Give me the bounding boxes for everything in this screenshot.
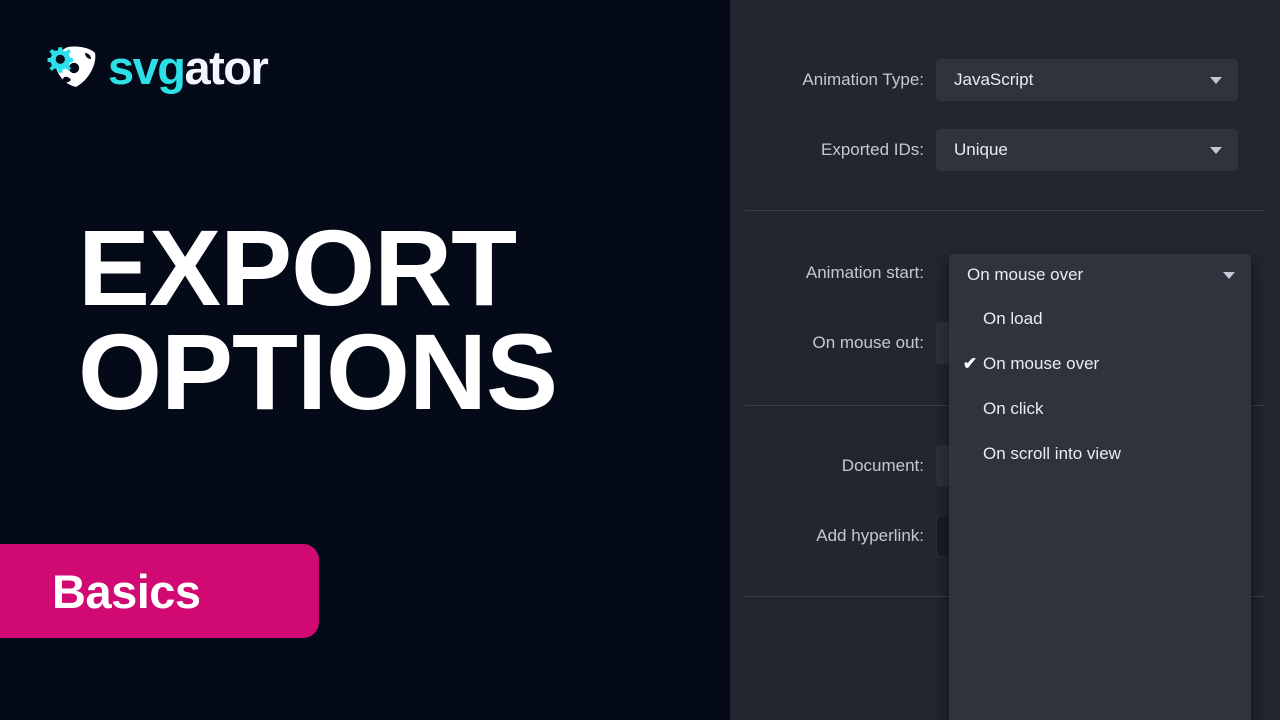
basics-badge-label: Basics	[52, 564, 201, 618]
check-icon: ✔	[962, 353, 978, 373]
select-exported-ids[interactable]: Unique	[936, 129, 1238, 171]
export-settings-panel: Animation Type: JavaScript Exported IDs:…	[730, 0, 1280, 720]
dropdown-option-on-scroll-into-view[interactable]: On scroll into view	[949, 431, 1251, 476]
logo-word-svg: svg	[108, 40, 186, 94]
export-options-screen: svgator EXPORT OPTIONS Basics Animation …	[0, 0, 1280, 720]
dropdown-option-on-load[interactable]: On load	[949, 296, 1251, 341]
label-document: Document:	[841, 456, 924, 475]
dropdown-option-on-click[interactable]: On click	[949, 386, 1251, 431]
hero-panel: svgator EXPORT OPTIONS Basics	[0, 0, 730, 720]
select-animation-type[interactable]: JavaScript	[936, 59, 1238, 101]
select-animation-start-value: On mouse over	[967, 265, 1084, 284]
dropdown-option-label: On scroll into view	[983, 443, 1121, 463]
section-divider	[745, 210, 1265, 211]
page-title-line-1: EXPORT	[78, 207, 517, 328]
select-animation-start[interactable]: On mouse over	[949, 254, 1251, 296]
dropdown-option-on-mouse-over[interactable]: ✔ On mouse over	[949, 341, 1251, 386]
logo-word-ator: ator	[184, 40, 269, 94]
svgator-gator-gear-icon	[47, 46, 96, 87]
field-row-animation-type: Animation Type: JavaScript	[730, 59, 1280, 101]
select-exported-ids-value: Unique	[954, 140, 1008, 159]
basics-badge: Basics	[0, 544, 319, 638]
page-title: EXPORT OPTIONS	[78, 207, 718, 432]
dropdown-option-label: On click	[983, 398, 1044, 418]
field-row-exported-ids: Exported IDs: Unique	[730, 129, 1280, 171]
select-animation-type-value: JavaScript	[954, 70, 1034, 89]
chevron-down-icon	[1210, 77, 1222, 84]
label-animation-type: Animation Type:	[802, 70, 924, 89]
chevron-down-icon	[1210, 147, 1222, 154]
label-add-hyperlink: Add hyperlink:	[816, 526, 924, 545]
dropdown-option-list: On load ✔ On mouse over On click On scro…	[949, 296, 1251, 476]
logo-wordmark: svgator	[108, 40, 269, 94]
label-animation-start: Animation start:	[805, 263, 924, 282]
page-title-line-2: OPTIONS	[78, 310, 558, 432]
chevron-down-icon	[1223, 272, 1235, 279]
label-on-mouse-out: On mouse out:	[812, 333, 924, 352]
label-exported-ids: Exported IDs:	[821, 140, 924, 159]
dropdown-option-label: On load	[983, 308, 1043, 328]
field-row-animation-start: Animation start: On mouse over On load ✔…	[730, 252, 1280, 720]
animation-start-dropdown-menu[interactable]: On mouse over On load ✔ On mouse over On…	[949, 254, 1251, 720]
svgator-logo: svgator	[40, 38, 269, 96]
dropdown-option-label: On mouse over	[983, 353, 1100, 373]
